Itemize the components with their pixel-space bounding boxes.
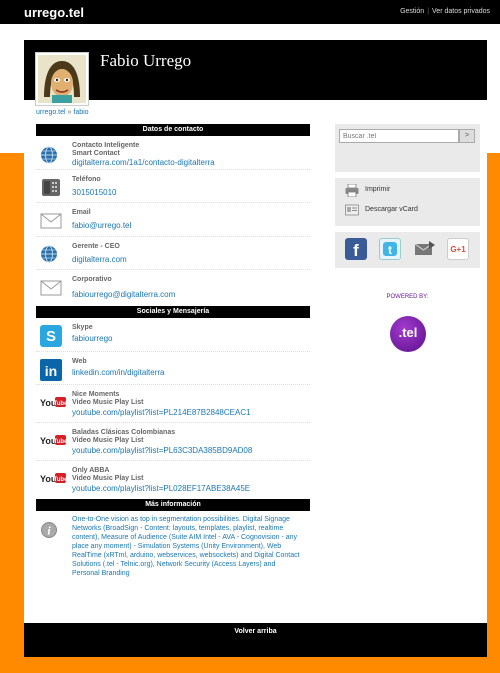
vcard-icon	[345, 204, 359, 219]
breadcrumb-current: fabio	[73, 109, 89, 116]
contact-item[interactable]: Corporativo fabiourrego@digitalterra.com	[36, 270, 310, 306]
vcard-label: Descargar vCard	[365, 206, 418, 213]
footer: Volver arriba	[24, 623, 487, 657]
contact-value-link[interactable]: digitalterra.com/1a1/contacto-digitalter…	[72, 158, 215, 167]
svg-text:f: f	[353, 241, 359, 260]
top-links: Gestión | Ver datos privados	[400, 8, 490, 15]
envelope-icon	[40, 280, 62, 298]
powered-by-label: POWERED BY:	[386, 294, 429, 300]
social-section-heading: Sociales y Mensajería	[36, 306, 310, 318]
linkedin-icon: in	[40, 359, 62, 383]
contact-item[interactable]: Teléfono 3015015010	[36, 170, 310, 203]
contact-title: Teléfono	[72, 176, 101, 183]
contact-value-link[interactable]: 3015015010	[72, 188, 117, 197]
svg-text:Tube: Tube	[54, 401, 66, 407]
contact-value-link[interactable]: fabiourrego@digitalterra.com	[72, 290, 175, 299]
actions-panel: Imprimir Descargar vCard	[335, 178, 480, 226]
top-bar: urrego.tel Gestión | Ver datos privados	[0, 0, 500, 24]
google-plus-icon[interactable]: G+1	[447, 238, 469, 260]
more-section-heading: Más información	[36, 499, 310, 511]
breadcrumb-home[interactable]: urrego.tel	[36, 109, 66, 116]
contact-title: Gerente - CEO	[72, 243, 120, 250]
search-input[interactable]	[339, 129, 459, 143]
phone-icon	[40, 177, 62, 199]
envelope-icon	[40, 213, 62, 231]
gplus-label: G+1	[450, 245, 466, 254]
social-value-link[interactable]: linkedin.com/in/digitalterra	[72, 368, 165, 377]
mail-share-icon[interactable]	[414, 238, 436, 260]
social-item[interactable]: You Tube Baladas Clásicas Colombianas Vid…	[36, 423, 310, 461]
profile-card: Fabio Urrego urrego.tel » fabio Datos de…	[24, 40, 487, 657]
profile-header: Fabio Urrego	[24, 40, 487, 106]
social-value-link[interactable]: youtube.com/playlist?list=PL214E87B2848C…	[72, 408, 251, 417]
globe-icon	[40, 245, 58, 265]
social-title: Only ABBA Video Music Play List	[72, 467, 144, 482]
contact-item[interactable]: Gerente - CEO digitalterra.com	[36, 237, 310, 270]
social-title: Baladas Clásicas Colombianas Video Music…	[72, 429, 176, 444]
gestion-link[interactable]: Gestión	[400, 8, 424, 15]
youtube-icon: You Tube	[40, 396, 68, 410]
social-title: Skype	[72, 324, 93, 331]
search-button[interactable]: >	[459, 129, 475, 143]
youtube-icon: You Tube	[40, 472, 68, 486]
svg-text:t: t	[388, 243, 392, 257]
breadcrumb-separator: »	[67, 109, 72, 116]
svg-text:S: S	[46, 328, 56, 345]
contact-item[interactable]: Email fabio@urrego.tel	[36, 203, 310, 237]
social-title: Nice Moments Video Music Play List	[72, 391, 144, 406]
avatar	[35, 52, 89, 106]
brand-logo[interactable]: urrego.tel	[24, 5, 84, 20]
social-item[interactable]: S Skype fabiourrego	[36, 318, 310, 352]
contact-title: Corporativo	[72, 276, 112, 283]
print-button[interactable]: Imprimir	[345, 183, 390, 199]
social-item[interactable]: You Tube Only ABBA Video Music Play List …	[36, 461, 310, 499]
info-icon: i	[40, 521, 58, 541]
sidebar: > Imprimir Descargar vCard f t	[335, 124, 480, 352]
social-item[interactable]: in Web linkedin.com/in/digitalterra	[36, 352, 310, 385]
tel-logo[interactable]: .tel	[390, 316, 426, 352]
youtube-icon: You Tube	[40, 434, 68, 448]
more-info-text: One-to-One vision as top in segmentation…	[72, 516, 300, 577]
social-value-link[interactable]: fabiourrego	[72, 334, 112, 343]
contact-title: Email	[72, 209, 91, 216]
search-panel: >	[335, 124, 480, 172]
svg-text:Tube: Tube	[54, 439, 66, 445]
twitter-icon[interactable]: t	[379, 238, 401, 260]
print-label: Imprimir	[365, 186, 391, 193]
share-panel: f t G+1	[335, 232, 480, 268]
download-vcard-button[interactable]: Descargar vCard	[345, 204, 418, 219]
skype-icon: S	[40, 325, 62, 349]
contact-value-link[interactable]: fabio@urrego.tel	[72, 221, 131, 230]
printer-icon	[345, 183, 359, 199]
profile-name: Fabio Urrego	[100, 51, 192, 70]
svg-text:in: in	[45, 363, 57, 379]
divider: |	[427, 8, 430, 15]
private-data-link[interactable]: Ver datos privados	[432, 8, 490, 15]
facebook-icon[interactable]: f	[345, 238, 367, 260]
contact-item[interactable]: Contacto Inteligente Smart Contact digit…	[36, 136, 310, 170]
main-column: Datos de contacto Contacto Inteligente S…	[36, 124, 310, 599]
social-item[interactable]: You Tube Nice Moments Video Music Play Li…	[36, 385, 310, 423]
breadcrumb: urrego.tel » fabio	[36, 109, 89, 116]
more-info-item: i One-to-One vision as top in segmentati…	[36, 511, 310, 599]
svg-text:Tube: Tube	[54, 477, 66, 483]
globe-icon	[40, 146, 58, 166]
contact-section-heading: Datos de contacto	[36, 124, 310, 136]
back-to-top-link[interactable]: Volver arriba	[234, 628, 276, 635]
social-value-link[interactable]: youtube.com/playlist?list=PL63C3DA385BD9…	[72, 446, 252, 455]
contact-title: Contacto Inteligente Smart Contact	[72, 142, 140, 157]
social-value-link[interactable]: youtube.com/playlist?list=PL028EF17ABE38…	[72, 484, 250, 493]
social-title: Web	[72, 358, 87, 365]
contact-value-link[interactable]: digitalterra.com	[72, 255, 127, 264]
